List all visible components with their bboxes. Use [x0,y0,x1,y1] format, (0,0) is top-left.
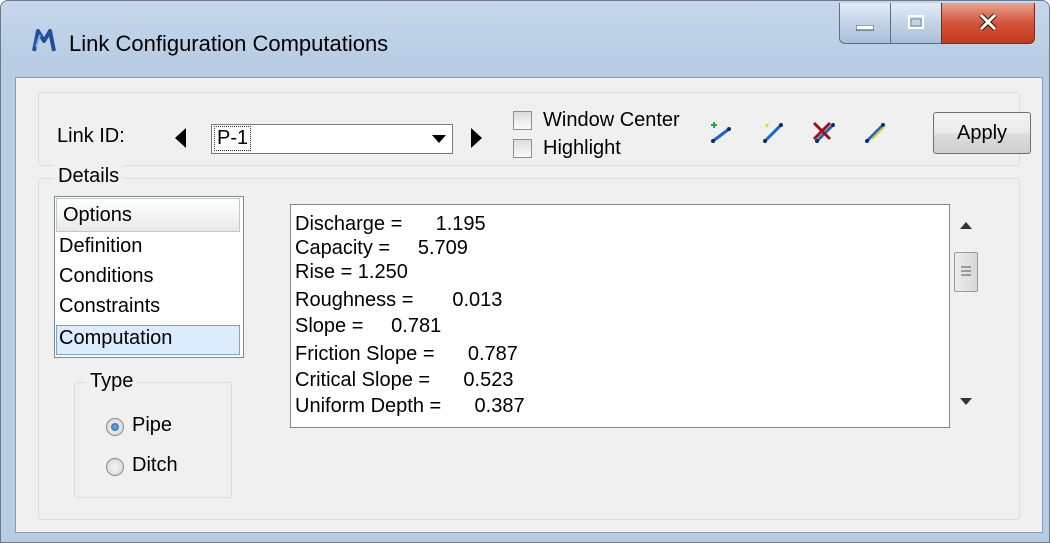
pipe-radio[interactable] [106,418,124,436]
option-constraints[interactable]: Constraints [59,295,160,318]
type-group [74,382,232,498]
maximize-icon [908,15,924,29]
apply-button[interactable]: Apply [933,112,1031,154]
maximize-button[interactable] [890,3,942,44]
result-uniform-depth: Uniform Depth = 0.387 [295,395,525,417]
add-link-icon[interactable] [709,119,735,145]
minimize-icon [856,25,874,31]
grip-icon [961,266,971,276]
minimize-button[interactable] [839,3,891,44]
window-center-label: Window Center [543,109,680,131]
app-logo-icon [32,29,56,52]
link-id-dropdown[interactable]: P-1 [211,124,453,154]
type-legend: Type [86,370,138,393]
window-center-checkbox[interactable] [513,111,532,130]
result-slope: Slope = 0.781 [295,315,442,337]
highlight-label: Highlight [543,137,621,159]
ditch-label: Ditch [132,454,178,476]
link-toolbar: Link ID: P-1 Window Center Highlight App… [38,92,1031,166]
computation-results-list[interactable]: Discharge = 1.195 Capacity = 5.709 Rise … [290,204,950,428]
dialog-client-area: Link ID: P-1 Window Center Highlight App… [15,77,1043,533]
results-scrollbar[interactable] [952,204,980,426]
result-roughness: Roughness = 0.013 [295,289,503,311]
previous-link-arrow-icon[interactable] [175,128,187,148]
result-capacity: Capacity = 5.709 [295,237,468,259]
link-id-label: Link ID: [57,125,125,147]
result-discharge: Discharge = 1.195 [295,213,486,235]
edit-link-icon[interactable] [863,119,889,145]
window-title: Link Configuration Computations [69,31,389,56]
select-link-icon[interactable] [761,119,787,145]
title-bar[interactable]: Link Configuration Computations [1,1,1049,77]
dialog-window: Link Configuration Computations Link ID:… [0,0,1050,543]
result-friction-slope: Friction Slope = 0.787 [295,343,518,365]
details-legend: Details [54,165,124,188]
link-id-value: P-1 [214,126,252,151]
close-button[interactable] [941,3,1035,44]
options-header[interactable]: Options [56,198,240,232]
scrollbar-thumb[interactable] [954,252,978,292]
options-list[interactable]: Options Definition Conditions Constraint… [54,196,244,358]
delete-link-icon[interactable] [811,119,839,145]
result-critical-slope: Critical Slope = 0.523 [295,369,514,391]
chevron-down-icon [432,135,446,143]
result-rise: Rise = 1.250 [295,261,408,283]
option-definition[interactable]: Definition [59,235,142,258]
scroll-down-icon[interactable] [960,398,972,406]
next-link-arrow-icon[interactable] [471,128,483,148]
scroll-up-icon[interactable] [960,222,972,230]
ditch-radio[interactable] [106,458,124,476]
highlight-checkbox[interactable] [513,139,532,158]
option-computation[interactable]: Computation [59,327,172,350]
pipe-label: Pipe [132,414,173,436]
option-conditions[interactable]: Conditions [59,265,154,288]
close-icon [979,13,997,31]
